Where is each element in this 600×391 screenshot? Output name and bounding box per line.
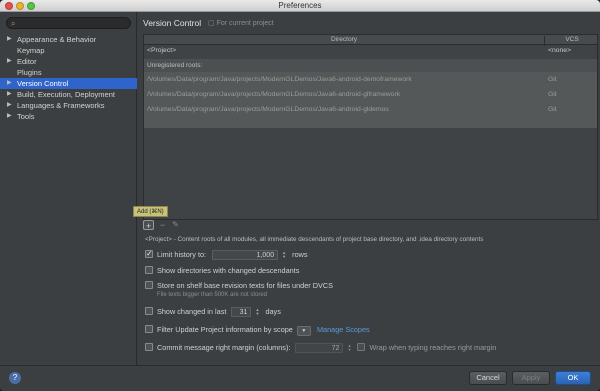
- settings-sidebar: ⌕ ▶ Appearance & Behavior Keymap ▶ Editor …: [0, 12, 137, 365]
- filter-update-checkbox[interactable]: [145, 325, 153, 333]
- show-dirs-option: Show directories with changed descendant…: [145, 265, 299, 276]
- show-changed-checkbox[interactable]: [145, 307, 153, 315]
- apply-button[interactable]: Apply: [512, 371, 550, 385]
- commit-margin-value: 72: [331, 345, 340, 352]
- sidebar-item-keymap[interactable]: Keymap: [0, 45, 137, 56]
- ok-button[interactable]: OK: [555, 371, 591, 385]
- sidebar-item-languages-frameworks[interactable]: ▶ Languages & Frameworks: [0, 100, 137, 111]
- commit-margin-checkbox[interactable]: [145, 343, 153, 351]
- filter-update-option: Filter Update Project information by sco…: [145, 324, 370, 336]
- table-row[interactable]: /Volumes/Data/program/Java/projects/Mode…: [144, 102, 597, 117]
- edit-mapping-button[interactable]: ✎: [170, 220, 181, 230]
- table-row[interactable]: /Volumes/Data/program/Java/projects/Mode…: [144, 87, 597, 102]
- preferences-window: Preferences ⌕ ▶ Appearance & Behavior Key…: [0, 0, 600, 391]
- spinner-arrows-icon[interactable]: ▲ ▼: [344, 344, 351, 353]
- vcs-mappings-table[interactable]: Directory VCS <Project> <none> Unregiste…: [143, 34, 598, 220]
- table-row[interactable]: /Volumes/Data/program/Java/projects/Mode…: [144, 72, 597, 87]
- expand-arrow-icon[interactable]: ▶: [7, 34, 12, 45]
- table-header: Directory VCS: [144, 35, 597, 46]
- row-vcs: Git: [548, 91, 557, 98]
- row-vcs: Git: [548, 106, 557, 113]
- expand-arrow-icon[interactable]: ▶: [7, 100, 12, 111]
- unregistered-roots-label: Unregistered roots:: [144, 59, 597, 72]
- column-header-directory[interactable]: Directory: [144, 36, 544, 43]
- scope-dropdown[interactable]: ▼: [296, 326, 311, 336]
- manage-scopes-link[interactable]: Manage Scopes: [317, 325, 370, 334]
- remove-mapping-button[interactable]: −: [157, 220, 168, 230]
- limit-history-field[interactable]: 1,000 ▲ ▼: [212, 250, 286, 260]
- chevron-down-icon: ▼: [301, 328, 307, 334]
- settings-search-input[interactable]: ⌕: [6, 17, 131, 29]
- commit-margin-field[interactable]: 72 ▲ ▼: [295, 343, 351, 353]
- sidebar-item-appearance-behavior[interactable]: ▶ Appearance & Behavior: [0, 34, 137, 45]
- limit-history-unit: rows: [292, 250, 308, 259]
- limit-history-label: Limit history to:: [157, 250, 207, 259]
- store-shelf-checkbox[interactable]: [145, 281, 153, 289]
- show-dirs-label: Show directories with changed descendant…: [157, 266, 300, 275]
- cancel-button[interactable]: Cancel: [469, 371, 507, 385]
- show-changed-value: 31: [239, 309, 248, 316]
- sidebar-item-version-control[interactable]: ▶ Version Control: [0, 78, 137, 89]
- spinner-arrows-icon[interactable]: ▲ ▼: [279, 251, 286, 260]
- sidebar-item-label: Build, Execution, Deployment: [17, 90, 115, 99]
- version-control-panel: Version Control ▢ For current project Di…: [133, 12, 600, 365]
- window-title: Preferences: [278, 1, 322, 10]
- help-button[interactable]: ?: [9, 372, 21, 384]
- title-bar: Preferences: [0, 0, 600, 12]
- store-shelf-label: Store on shelf base revision texts for f…: [157, 281, 334, 290]
- sidebar-item-label: Languages & Frameworks: [17, 101, 105, 110]
- sidebar-item-label: Keymap: [17, 46, 45, 55]
- search-icon: ⌕: [11, 19, 16, 28]
- expand-arrow-icon[interactable]: ▶: [7, 56, 12, 67]
- store-shelf-option: Store on shelf base revision texts for f…: [145, 280, 333, 291]
- sidebar-item-build-execution-deployment[interactable]: ▶ Build, Execution, Deployment: [0, 89, 137, 100]
- project-description-note: <Project> - Content roots of all modules…: [145, 236, 484, 243]
- page-title: Version Control: [143, 18, 202, 28]
- project-scope-icon: ▢: [208, 20, 217, 27]
- spinner-arrows-icon[interactable]: ▲ ▼: [252, 308, 259, 317]
- store-shelf-note: File texts bigger than 500K are not stor…: [157, 292, 268, 298]
- sidebar-item-label: Editor: [17, 57, 37, 66]
- add-mapping-button[interactable]: +: [143, 220, 154, 231]
- filter-update-label: Filter Update Project information by sco…: [157, 325, 293, 334]
- sidebar-item-label: Version Control: [17, 79, 69, 88]
- wrap-margin-checkbox[interactable]: [357, 343, 366, 351]
- sidebar-item-editor[interactable]: ▶ Editor: [0, 56, 137, 67]
- show-changed-days-field[interactable]: 31 ▲ ▼: [231, 307, 259, 317]
- sidebar-item-label: Appearance & Behavior: [17, 35, 97, 44]
- row-directory: /Volumes/Data/program/Java/projects/Mode…: [147, 91, 401, 98]
- row-directory: /Volumes/Data/program/Java/projects/Mode…: [147, 76, 412, 83]
- show-changed-label: Show changed in last: [157, 307, 227, 316]
- wrap-margin-label: Wrap when typing reaches right margin: [369, 343, 497, 352]
- row-vcs: Git: [548, 76, 557, 83]
- expand-arrow-icon[interactable]: ▶: [7, 111, 12, 122]
- sidebar-item-label: Plugins: [17, 68, 42, 77]
- commit-margin-label: Commit message right margin (columns):: [157, 343, 291, 352]
- limit-history-option: Limit history to: 1,000 ▲▼ rows: [145, 248, 308, 260]
- row-vcs: <none>: [548, 47, 572, 54]
- commit-margin-option: Commit message right margin (columns): 7…: [145, 342, 496, 353]
- sidebar-item-plugins[interactable]: Plugins: [0, 67, 137, 78]
- scope-note-text: For current project: [216, 20, 274, 27]
- sidebar-item-tools[interactable]: ▶ Tools: [0, 111, 137, 122]
- expand-arrow-icon[interactable]: ▶: [7, 89, 12, 100]
- table-row-project[interactable]: <Project> <none>: [144, 45, 597, 56]
- row-directory: <Project>: [147, 47, 177, 54]
- unregistered-roots-list: /Volumes/Data/program/Java/projects/Mode…: [144, 72, 597, 128]
- add-tooltip: Add (⌘N): [133, 206, 168, 217]
- scope-note: ▢ For current project: [208, 19, 274, 27]
- expand-arrow-icon[interactable]: ▶: [7, 78, 12, 89]
- table-toolbar: + − ✎: [143, 219, 203, 231]
- sidebar-item-label: Tools: [17, 112, 35, 121]
- show-changed-unit: days: [265, 307, 281, 316]
- dialog-footer: ? Cancel Apply OK: [0, 365, 600, 391]
- limit-history-checkbox[interactable]: [145, 248, 153, 259]
- limit-history-value: 1,000: [256, 252, 275, 259]
- row-directory: /Volumes/Data/program/Java/projects/Mode…: [147, 106, 389, 113]
- show-changed-option: Show changed in last 31 ▲ ▼ days: [145, 306, 281, 317]
- show-dirs-checkbox[interactable]: [145, 266, 153, 274]
- settings-nav: ▶ Appearance & Behavior Keymap ▶ Editor Pl…: [0, 34, 137, 122]
